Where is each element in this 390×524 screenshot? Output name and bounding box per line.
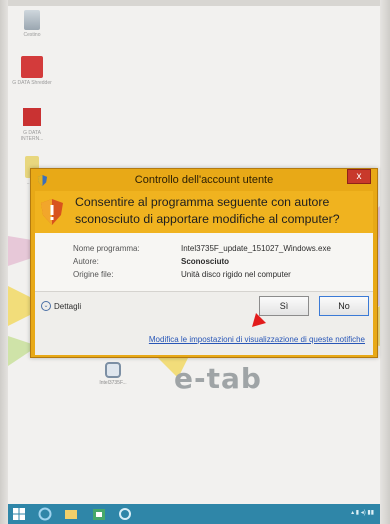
settings-app-icon[interactable] [118,507,132,521]
installer-icon [105,362,121,378]
yes-button[interactable]: Sì [259,296,309,316]
file-explorer-icon[interactable] [64,507,78,521]
info-value: Intel3735F_update_151027_Windows.exe [181,244,331,253]
details-label: Dettagli [54,301,82,311]
taskbar: ▴ ▮ ◂) ▮▮ [8,504,380,524]
dialog-question: Consentire al programma seguente con aut… [75,194,340,228]
warning-shield-icon [41,199,63,225]
chevron-down-icon: ⌄ [41,301,51,311]
desktop-icon-label: G DATA INTERN... [20,130,44,142]
dialog-header: Consentire al programma seguente con aut… [35,191,373,233]
desktop-icon-recycle-bin[interactable]: Cestino [12,10,52,38]
desktop-icon-label: Intel3735F... [99,380,127,386]
change-notification-settings-link[interactable]: Modifica le impostazioni di visualizzazi… [35,335,365,344]
desktop-icon-label: G DATA Shredder [12,80,52,86]
start-button-icon[interactable] [12,507,26,521]
desktop-icon-installer[interactable]: Intel3735F... [98,362,128,386]
store-icon[interactable] [92,507,106,521]
dialog-question-line2: sconosciuto di apportare modifiche al co… [75,212,340,226]
uac-dialog: Controllo dell'account utente x Consenti… [30,168,378,358]
red-pointer-arrow-icon [252,313,266,327]
dialog-button-bar: ⌄ Dettagli Sì No [35,291,373,321]
desktop-icon-shredder[interactable]: G DATA Shredder [12,56,52,86]
info-value: Sconosciuto [181,257,230,266]
internet-explorer-icon[interactable] [38,507,52,521]
system-tray[interactable]: ▴ ▮ ◂) ▮▮ [351,509,374,516]
gdata-shield-icon [21,106,43,128]
recycle-bin-icon [24,10,40,30]
info-key: Origine file: [73,270,114,279]
desktop-icon-gdata[interactable]: G DATA INTERN... [12,106,52,142]
info-key: Nome programma: [73,244,140,253]
brand-area: Intel3735F... e-tab [98,362,298,402]
screen-bezel-left [0,0,8,524]
no-button[interactable]: No [319,296,369,316]
dialog-title: Controllo dell'account utente [134,174,274,186]
dialog-titlebar[interactable]: Controllo dell'account utente x [31,169,377,191]
screen-bezel-right [380,0,390,524]
shredder-icon [21,56,43,78]
brand-logo: e-tab [174,362,262,395]
desktop-icon-label: Cestino [23,32,41,38]
dialog-question-line1: Consentire al programma seguente con aut… [75,195,330,209]
program-info: Nome programma: Intel3735F_update_151027… [35,233,373,291]
info-key: Autore: [73,257,99,266]
close-button[interactable]: x [347,169,371,184]
info-value: Unità disco rigido nel computer [181,270,291,279]
details-toggle[interactable]: ⌄ Dettagli [41,301,81,311]
dialog-footer: Modifica le impostazioni di visualizzazi… [35,321,373,355]
